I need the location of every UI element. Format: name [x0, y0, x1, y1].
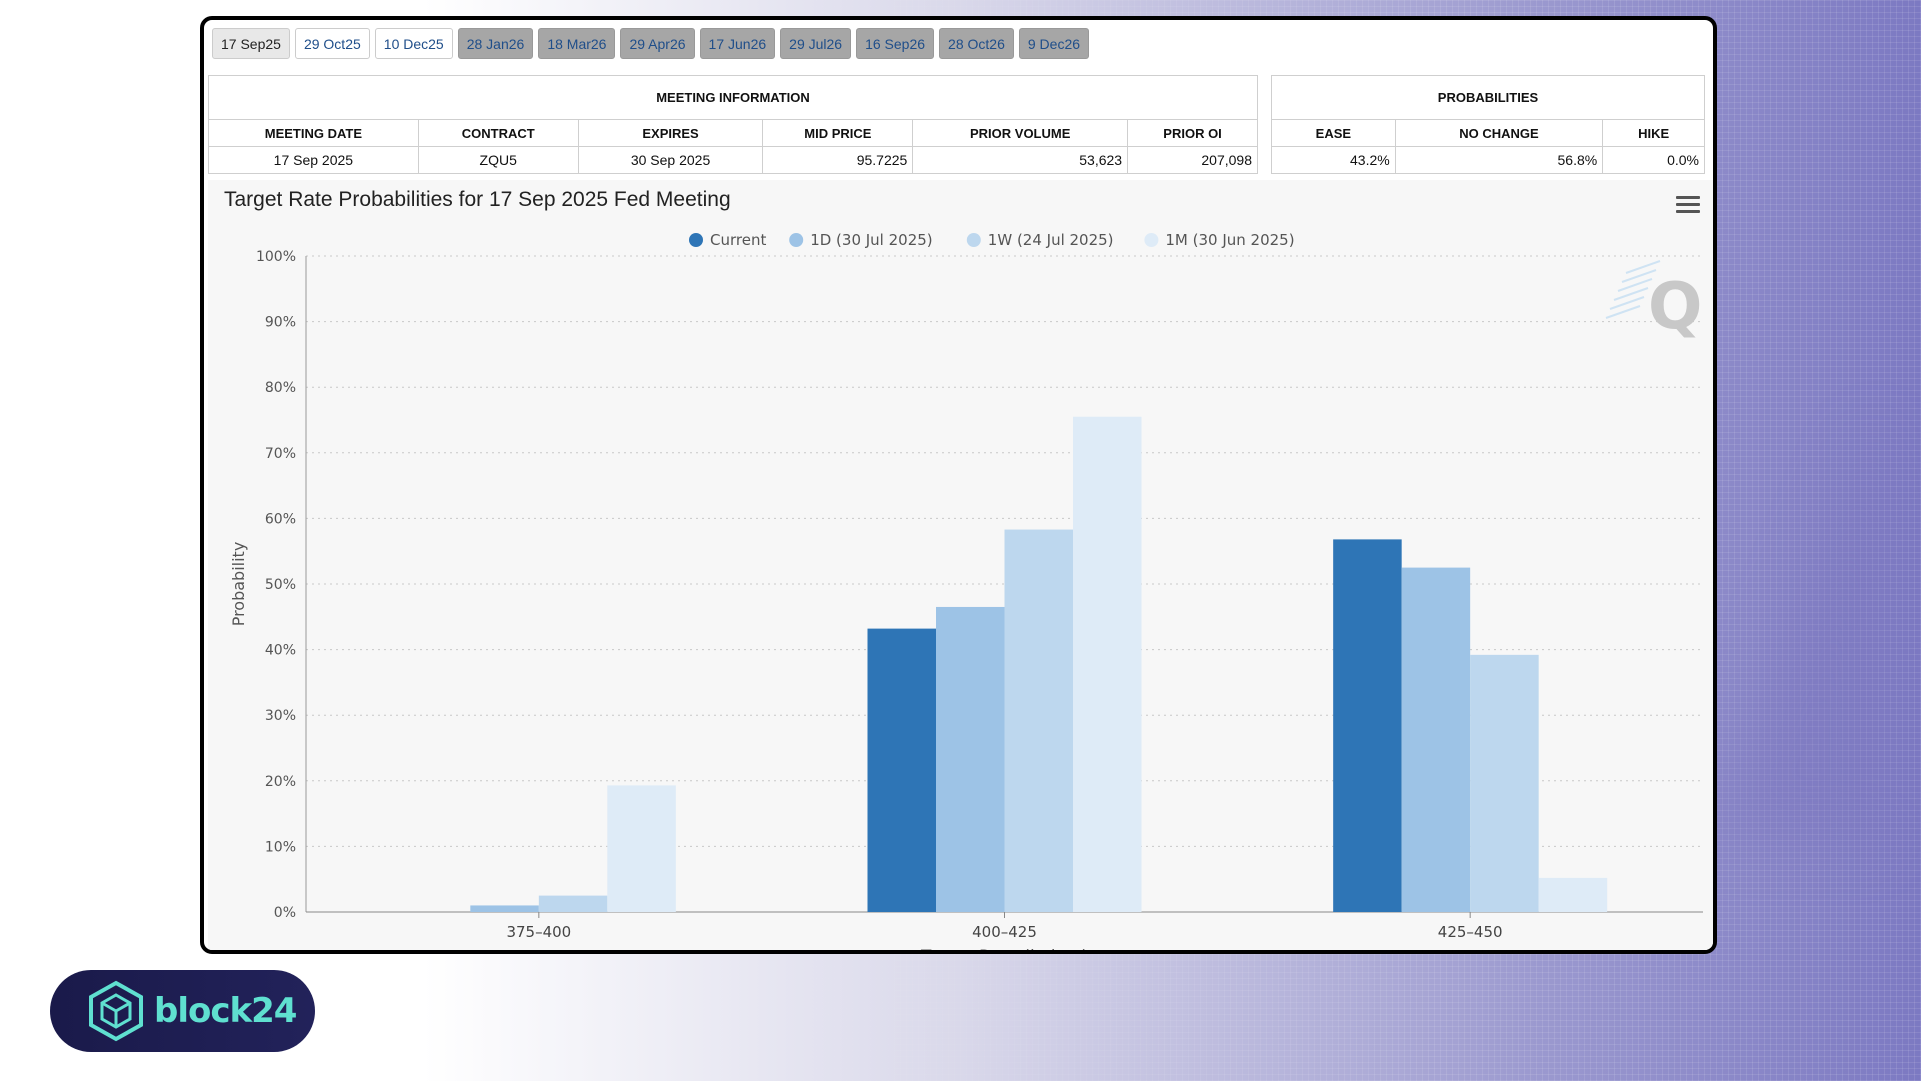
tab-10-dec25[interactable]: 10 Dec25: [374, 28, 453, 59]
legend-marker-3: [1144, 233, 1159, 247]
legend-label-1: 1D (30 Jul 2025): [810, 231, 932, 249]
legend-marker-2: [966, 233, 981, 247]
x-tick-label: 375–400: [506, 923, 571, 941]
meeting-tabs: 17 Sep25 29 Oct25 10 Dec25 28 Jan26 18 Mar26…: [212, 28, 1090, 59]
y-axis-label: Probability: [229, 542, 248, 627]
y-tick-label: 10%: [265, 839, 296, 855]
tab-28-oct26[interactable]: 28 Oct26: [939, 28, 1014, 59]
y-tick-label: 30%: [265, 708, 296, 724]
cell-no-change: 56.8%: [1394, 146, 1604, 174]
meeting-information-header: MEETING INFORMATION: [208, 75, 1258, 120]
legend-label-2: 1W (24 Jul 2025): [988, 231, 1114, 249]
tab-17-jun26[interactable]: 17 Jun26: [699, 28, 776, 59]
bar-425-450-3: [1538, 877, 1608, 912]
column-header-prior-volume: PRIOR VOLUME: [912, 119, 1129, 147]
cell-mid-price: 95.7225: [762, 146, 914, 174]
cell-ease: 43.2%: [1271, 146, 1396, 174]
column-header-expires: EXPIRES: [577, 119, 764, 147]
brand-logo: block24: [50, 970, 315, 1052]
chart-area: Target Rate Probabilities for 17 Sep 202…: [208, 180, 1713, 954]
x-tick-label: 425–450: [1438, 923, 1503, 941]
column-header-hike: HIKE: [1602, 119, 1705, 147]
tab-16-sep26[interactable]: 16 Sep26: [856, 28, 935, 59]
y-tick-label: 40%: [265, 643, 296, 659]
column-header-no-change: NO CHANGE: [1394, 119, 1604, 147]
legend-label-0: Current: [710, 231, 766, 249]
tab-29-apr26[interactable]: 29 Apr26: [620, 28, 695, 59]
meeting-information-table: MEETING INFORMATION MEETING DATE CONTRACT…: [208, 75, 1258, 174]
x-axis-label: Target Rate (in bps): [920, 947, 1088, 954]
column-header-ease: EASE: [1271, 119, 1396, 147]
tab-9-dec26[interactable]: 9 Dec26: [1018, 28, 1090, 59]
tab-29-oct25[interactable]: 29 Oct25: [294, 28, 370, 59]
bar-425-450-1: [1401, 567, 1471, 912]
y-tick-label: 60%: [265, 511, 296, 527]
bar-400-425-1: [936, 606, 1005, 912]
cell-prior-volume: 53,623: [912, 146, 1129, 174]
cube-logo-icon: [89, 980, 143, 1042]
cell-hike: 0.0%: [1602, 146, 1705, 174]
cell-prior-oi: 207,098: [1127, 146, 1258, 174]
tab-29-jul26[interactable]: 29 Jul26: [780, 28, 852, 59]
bar-425-450-2: [1470, 654, 1539, 912]
tab-17-sep25[interactable]: 17 Sep25: [212, 28, 290, 59]
brand-name: block24: [154, 991, 297, 1031]
tab-18-mar26[interactable]: 18 Mar26: [538, 28, 616, 59]
y-tick-label: 100%: [256, 249, 296, 265]
tab-28-jan26[interactable]: 28 Jan26: [457, 28, 534, 59]
background-shape: [1700, 420, 1880, 840]
column-header-contract: CONTRACT: [417, 119, 579, 147]
fedwatch-panel: 17 Sep25 29 Oct25 10 Dec25 28 Jan26 18 Mar26…: [200, 16, 1717, 954]
bar-chart: 0% 10% 20% 30% 40% 50% 60% 70% 80% 90% 100% 375–400…: [229, 231, 1703, 954]
y-tick-label: 0%: [274, 905, 296, 921]
cell-expires: 30 Sep 2025: [577, 146, 764, 174]
bar-425-450-0: [1333, 539, 1402, 912]
bar-375-400-2: [538, 895, 608, 912]
bar-400-425-2: [1004, 529, 1073, 912]
bar-375-400-1: [470, 905, 539, 912]
watermark-q-icon: Q: [1648, 270, 1702, 344]
probabilities-table: PROBABILITIES EASE NO CHANGE HIKE 43.2% 56.…: [1271, 75, 1705, 174]
bar-400-425-3: [1073, 416, 1142, 912]
y-tick-label: 50%: [265, 577, 296, 593]
bar-400-425-0: [867, 628, 936, 912]
cell-contract: ZQU5: [417, 146, 579, 174]
legend-label-3: 1M (30 Jun 2025): [1165, 231, 1294, 249]
column-header-prior-oi: PRIOR OI: [1127, 119, 1258, 147]
bar-375-400-3: [607, 785, 676, 912]
y-tick-label: 20%: [265, 774, 296, 790]
probabilities-header: PROBABILITIES: [1271, 75, 1705, 120]
y-tick-label: 90%: [265, 315, 296, 331]
x-tick-label: 400–425: [972, 923, 1037, 941]
y-tick-label: 80%: [265, 380, 296, 396]
cell-meeting-date: 17 Sep 2025: [208, 146, 419, 174]
legend-marker-1: [789, 233, 804, 247]
column-header-meeting-date: MEETING DATE: [208, 119, 419, 147]
y-tick-label: 70%: [265, 446, 296, 462]
column-header-mid-price: MID PRICE: [762, 119, 914, 147]
legend-marker-0: [689, 233, 703, 247]
